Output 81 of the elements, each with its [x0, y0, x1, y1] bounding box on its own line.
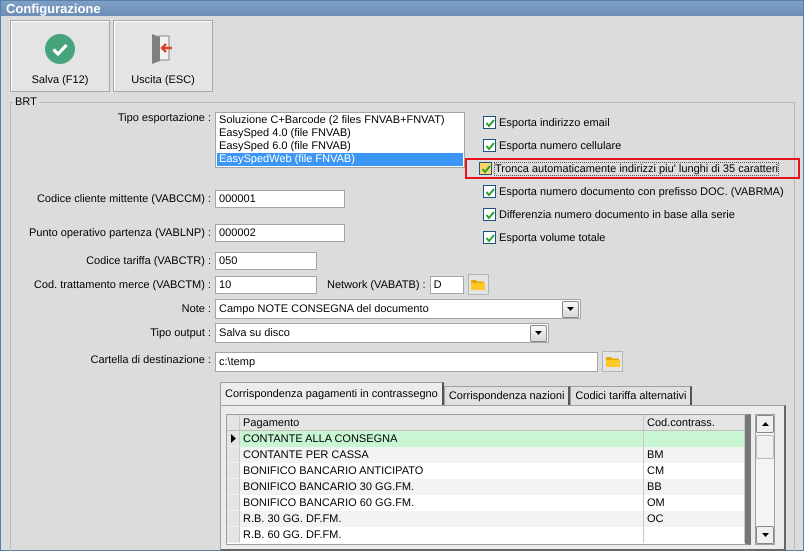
table-row[interactable]: BONIFICO BANCARIO 30 GG.FM. BB [227, 479, 745, 495]
field-label: Codice cliente mittente (VABCCM) : [36, 193, 211, 205]
input-field[interactable]: 10 [215, 276, 317, 294]
highlighted-checkbox-row[interactable]: Tronca automaticamente indirizzi piu' lunghi di 35 caratteri [465, 158, 800, 179]
browse-button[interactable] [602, 351, 623, 372]
checkbox-row[interactable]: Differenzia numero documento in base alla serie [479, 204, 739, 225]
checkbox-row[interactable]: Esporta volume totale [479, 227, 610, 248]
table-cell: BONIFICO BANCARIO 30 GG.FM. [240, 479, 644, 495]
checkbox-label: Esporta indirizzo email [499, 116, 610, 128]
column-header[interactable]: Cod.contrass. [644, 415, 745, 431]
input-field[interactable]: D [430, 276, 464, 294]
export-type-list[interactable]: Soluzione C+Barcode (2 files FNVAB+FNVAT) EasySped 4.0 (file FNVAB) EasySped 6.0 (file FNVAB) EasySpedWeb (file FNVAB) [215, 112, 465, 168]
checkbox-row[interactable]: Esporta numero cellulare [479, 135, 626, 156]
row-header-cell[interactable] [227, 511, 240, 527]
checkbox[interactable] [479, 162, 492, 175]
table-cell: R.B. 30 GG. DF.FM. [240, 511, 644, 527]
tab[interactable]: Codici tariffa alternativi [570, 386, 692, 405]
column-header[interactable]: Pagamento [240, 415, 644, 431]
checkbox-label: Esporta numero cellulare [499, 140, 622, 152]
table-cell: CONTANTE PER CASSA [240, 447, 644, 463]
table-cell: BB [644, 479, 745, 495]
list-option[interactable]: Soluzione C+Barcode (2 files FNVAB+FNVAT) [217, 114, 463, 127]
scrollbar[interactable] [755, 414, 775, 545]
checkbox[interactable] [483, 185, 496, 198]
input-field[interactable]: 000002 [215, 224, 345, 242]
row-header-cell[interactable] [227, 479, 240, 495]
row-header-cell[interactable] [227, 447, 240, 463]
table-cell: CONTANTE ALLA CONSEGNA [240, 431, 644, 447]
checkbox[interactable] [483, 208, 496, 221]
field-label: Codice tariffa (VABCTR) : [85, 255, 211, 267]
browse-button[interactable] [468, 274, 489, 295]
table-row[interactable]: R.B. 30 GG. DF.FM. OC [227, 511, 745, 527]
folder-icon [471, 279, 486, 290]
field-label: Cod. trattamento merce (VABCTM) : [32, 278, 211, 290]
list-option[interactable]: EasySped 4.0 (file FNVAB) [217, 127, 463, 140]
checkbox-label: Esporta volume totale [499, 232, 606, 244]
field-label: Cartella di destinazione : [90, 354, 211, 366]
row-header-cell[interactable] [227, 495, 240, 511]
exit-button[interactable]: Uscita (ESC) [113, 20, 213, 92]
input-field[interactable]: 050 [215, 252, 317, 270]
dropdown[interactable]: Campo NOTE CONSEGNA del documento [215, 299, 581, 319]
row-header-cell[interactable] [227, 431, 240, 447]
group-title: BRT [14, 96, 38, 108]
table-cell: BM [644, 447, 745, 463]
tab[interactable]: Corrispondenza pagamenti in contrassegno [220, 382, 444, 405]
scroll-thumb[interactable] [756, 435, 774, 459]
folder-icon [606, 356, 620, 367]
checkbox[interactable] [483, 231, 496, 244]
field-label: Network (VABATB) : [327, 278, 426, 290]
caret-icon [762, 533, 768, 537]
list-option[interactable]: EasySped 6.0 (file FNVAB) [217, 140, 463, 153]
caret-icon [535, 331, 542, 335]
table-cell: R.B. 60 GG. DF.FM. [240, 527, 644, 543]
field-label: Tipo esportazione : [116, 112, 211, 124]
checkbox-label: Differenzia numero documento in base alla serie [499, 208, 735, 220]
save-button[interactable]: Salva (F12) [10, 20, 110, 92]
window-title: Configurazione [1, 1, 803, 16]
field-label: Punto operativo partenza (VABLNP) : [28, 227, 211, 239]
row-header-cell[interactable] [227, 463, 240, 479]
row-header-cell[interactable] [227, 527, 240, 543]
checkbox[interactable] [483, 116, 496, 129]
checkmark-icon [45, 34, 75, 64]
input-field[interactable]: 000001 [215, 190, 345, 208]
checkbox-row[interactable]: Esporta numero documento con prefisso DOC. (VABRMA) [479, 181, 788, 202]
table-row[interactable]: CONTANTE ALLA CONSEGNA [227, 431, 745, 447]
checkbox-label: Tronca automaticamente indirizzi piu' lunghi di 35 caratteri [495, 162, 778, 174]
caret-icon [567, 307, 574, 311]
checkbox-row[interactable]: Esporta indirizzo email [479, 112, 614, 133]
field-label: Tipo output : [149, 327, 211, 339]
checkbox-label: Esporta numero documento con prefisso DOC. (VABRMA) [499, 186, 784, 198]
current-row-icon [230, 434, 236, 443]
table-row[interactable]: CONTANTE PER CASSA BM [227, 447, 745, 463]
dropdown[interactable]: Salva su disco [215, 323, 549, 343]
field-label: Note : [180, 303, 211, 315]
scroll-up-icon [762, 422, 768, 426]
checkbox[interactable] [483, 139, 496, 152]
tab[interactable]: Corrispondenza nazioni [444, 386, 570, 405]
input-field[interactable]: c:\temp [215, 352, 598, 372]
row-header-cell [227, 415, 240, 431]
table-row[interactable]: R.B. 60 GG. DF.FM. [227, 527, 745, 543]
table-cell: OC [644, 511, 745, 527]
